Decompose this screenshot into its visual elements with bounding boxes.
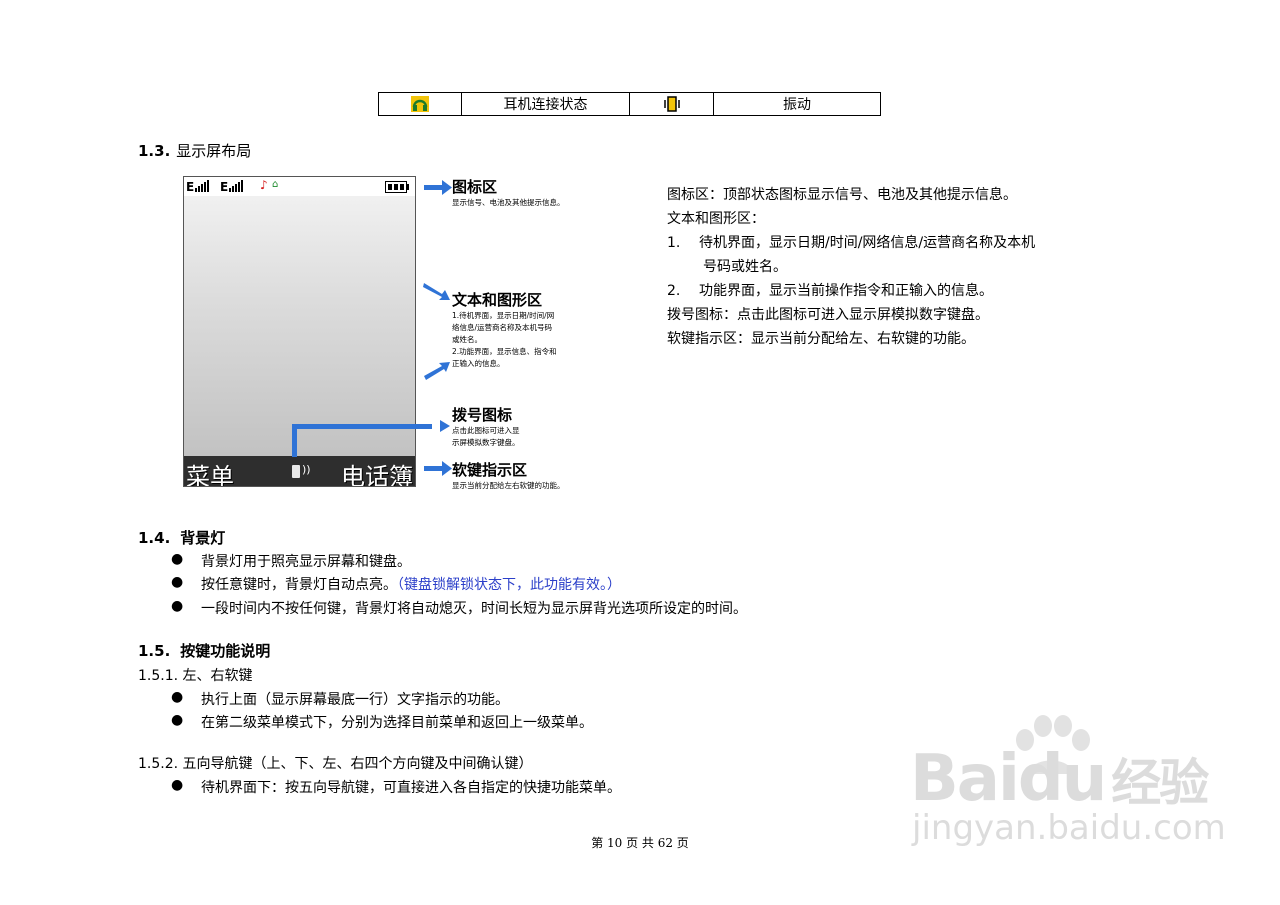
- item-number: 2.: [667, 283, 681, 299]
- signal-strength-icon: E E: [186, 180, 243, 194]
- callout-title: 图标区: [452, 178, 498, 196]
- bullet-text: 按任意键时，背景灯自动点亮。: [201, 577, 397, 593]
- section-number: 1.3.: [138, 142, 171, 160]
- list-item: ● 执行上面（显示屏幕最底一行）文字指示的功能。: [171, 689, 509, 708]
- lock-icon: ⌂: [272, 179, 279, 190]
- callout-desc: 显示信号、电池及其他提示信息。: [452, 198, 565, 207]
- description-line: 软键指示区：显示当前分配给左、右软键的功能。: [667, 331, 975, 347]
- vibrate-icon: [663, 96, 680, 112]
- right-softkey[interactable]: 电话簿: [341, 457, 413, 486]
- dial-icon-waves: )): [302, 463, 311, 476]
- callout-arrows: [423, 180, 452, 476]
- music-note-icon: ♪: [260, 178, 268, 192]
- bullet-text: 一段时间内不按任何键，背景灯将自动熄灭，时间长短为显示屏背光选项所设定的时间。: [201, 601, 747, 617]
- bullet-text: 执行上面（显示屏幕最底一行）文字指示的功能。: [201, 692, 509, 708]
- section-1-3-heading: 1.3. 显示屏布局: [138, 140, 251, 161]
- list-item: ● 按任意键时，背景灯自动点亮。（键盘锁解锁状态下，此功能有效。）: [171, 574, 621, 593]
- section-number: 1.5.: [138, 642, 171, 660]
- watermark-brand: Baidu 经验: [910, 742, 1209, 816]
- description-line: 拨号图标：点击此图标可进入显示屏模拟数字键盘。: [667, 307, 989, 323]
- headset-status-label: 耳机连接状态: [462, 93, 630, 115]
- item-text: 功能界面，显示当前操作指令和正输入的信息。: [699, 283, 993, 299]
- softkey-bar: 菜单 )) 电话簿: [184, 456, 415, 486]
- list-item: ● 在第二级菜单模式下，分别为选择目前菜单和返回上一级菜单。: [171, 712, 593, 731]
- bullet-text: 背景灯用于照亮显示屏幕和键盘。: [201, 554, 411, 570]
- callout-desc: 点击此图标可进入显: [452, 426, 520, 435]
- list-item: ● 待机界面下：按五向导航键，可直接进入各自指定的快捷功能菜单。: [171, 777, 621, 796]
- bullet-text: 在第二级菜单模式下，分别为选择目前菜单和返回上一级菜单。: [201, 715, 593, 731]
- dial-connector-horizontal: [292, 424, 432, 429]
- callout-desc: 络信息/运营商名称及本机号码: [452, 323, 553, 332]
- headset-icon: [411, 96, 429, 112]
- watermark-url: jingyan.baidu.com: [912, 808, 1226, 848]
- callout-desc: 或姓名。: [452, 335, 482, 344]
- list-item: ● 一段时间内不按任何键，背景灯将自动熄灭，时间长短为显示屏背光选项所设定的时间。: [171, 598, 747, 617]
- section-title: 背景灯: [180, 529, 226, 547]
- section-title: 显示屏布局: [176, 142, 252, 160]
- section-title: 按键功能说明: [180, 642, 271, 660]
- svg-text:E: E: [220, 180, 228, 194]
- section-1-5-heading: 1.5. 按键功能说明: [138, 640, 270, 661]
- phone-status-bar: E E ♪ ⌂: [184, 177, 415, 196]
- dial-icon[interactable]: [292, 465, 300, 478]
- item-text-continued: 号码或姓名。: [703, 259, 787, 275]
- bullet-text: 待机界面下：按五向导航键，可直接进入各自指定的快捷功能菜单。: [201, 780, 621, 796]
- description-item: 2. 功能界面，显示当前操作指令和正输入的信息。: [667, 279, 1137, 303]
- callout-text-area: 文本和图形区 1.待机界面，显示日期/时间/网 络信息/运营商名称及本机号码 或…: [452, 289, 557, 370]
- item-number: 1.: [667, 235, 681, 251]
- callout-icon-area: 图标区 显示信号、电池及其他提示信息。: [452, 176, 565, 209]
- layout-description: 图标区：顶部状态图标显示信号、电池及其他提示信息。 文本和图形区： 1. 待机界…: [667, 183, 1137, 351]
- callout-dial-icon: 拨号图标 点击此图标可进入显 示屏模拟数字键盘。: [452, 404, 520, 449]
- status-icon-table: 耳机连接状态 振动: [378, 92, 881, 116]
- callout-desc: 1.待机界面，显示日期/时间/网: [452, 311, 555, 320]
- list-item: ● 背景灯用于照亮显示屏幕和键盘。: [171, 551, 411, 570]
- headset-icon-cell: [379, 93, 462, 115]
- callout-title: 软键指示区: [452, 461, 528, 479]
- vibrate-icon-cell: [630, 93, 714, 115]
- vibrate-label: 振动: [783, 97, 811, 113]
- section-1-4-heading: 1.4. 背景灯: [138, 527, 225, 548]
- description-line: 文本和图形区：: [667, 211, 765, 227]
- subsection-1-5-1: 1.5.1. 左、右软键: [138, 668, 253, 684]
- bullet-note: （键盘锁解锁状态下，此功能有效。）: [397, 577, 621, 593]
- callout-softkey-area: 软键指示区 显示当前分配给左右软键的功能。: [452, 459, 565, 492]
- svg-text:E: E: [186, 180, 194, 194]
- description-line: 图标区：顶部状态图标显示信号、电池及其他提示信息。: [667, 187, 1017, 203]
- callout-desc: 正输入的信息。: [452, 359, 505, 368]
- callout-title: 拨号图标: [452, 406, 513, 424]
- phone-screen-mockup: E E ♪ ⌂ 菜单 )) 电话簿: [183, 176, 416, 487]
- callout-title: 文本和图形区: [452, 291, 543, 309]
- subsection-1-5-2: 1.5.2. 五向导航键（上、下、左、右四个方向键及中间确认键）: [138, 756, 533, 772]
- callout-desc: 示屏模拟数字键盘。: [452, 438, 520, 447]
- callout-desc: 显示当前分配给左右软键的功能。: [452, 481, 565, 490]
- callout-desc: 2.功能界面，显示信息、指令和: [452, 347, 557, 356]
- item-text: 待机界面，显示日期/时间/网络信息/运营商名称及本机: [699, 235, 1036, 251]
- left-softkey[interactable]: 菜单: [186, 457, 234, 486]
- section-number: 1.4.: [138, 529, 171, 547]
- battery-icon: [385, 181, 409, 193]
- description-item: 1. 待机界面，显示日期/时间/网络信息/运营商名称及本机: [667, 231, 1137, 255]
